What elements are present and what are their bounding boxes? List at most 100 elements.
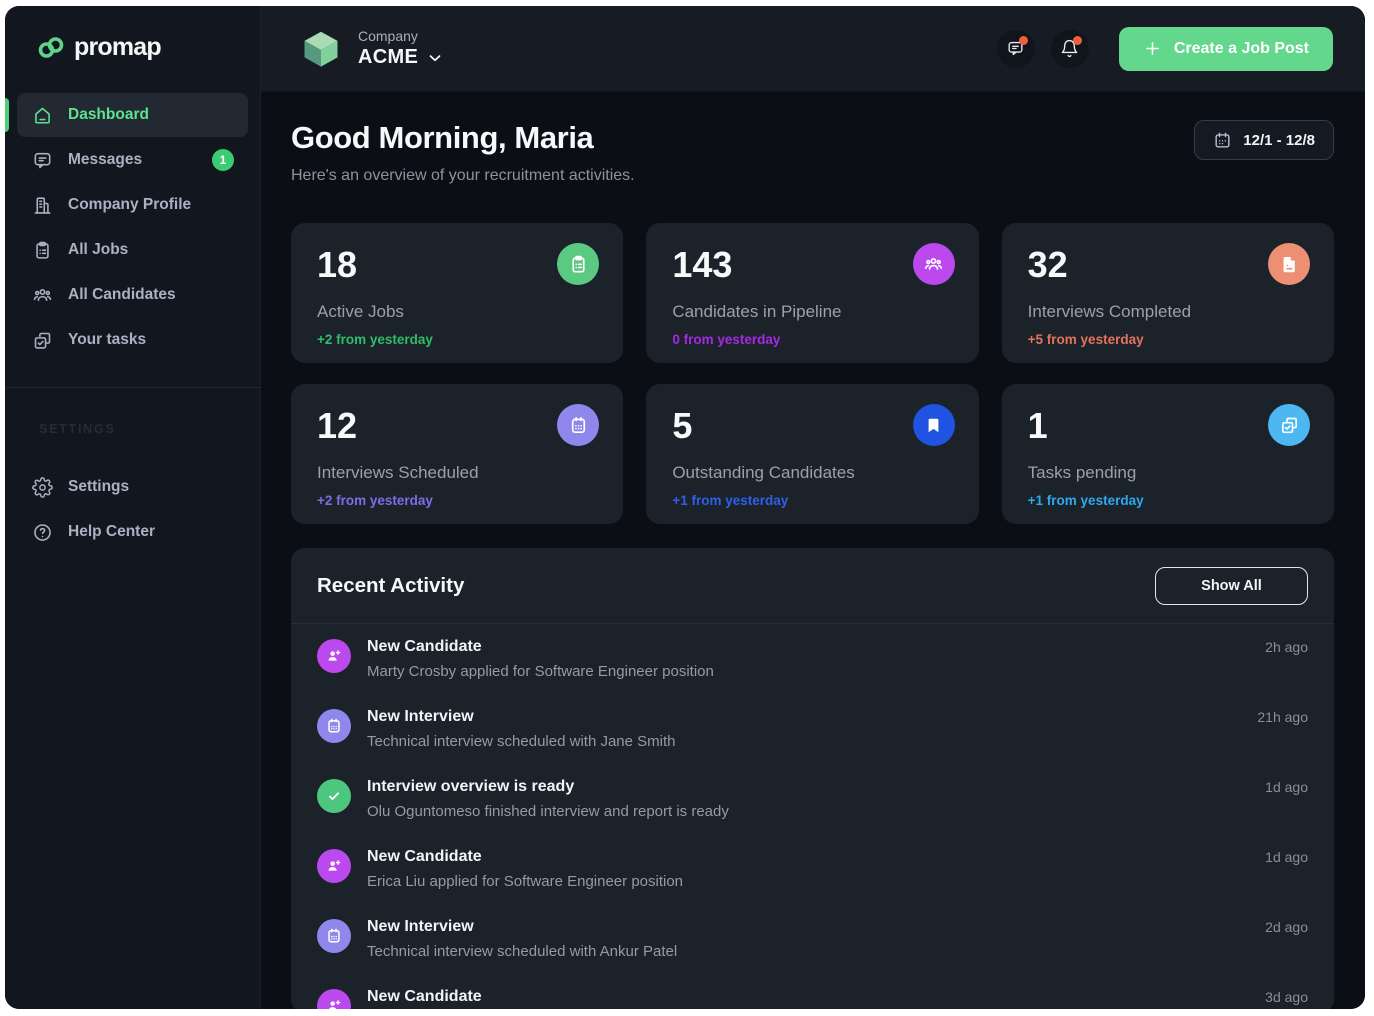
main-content: Good Morning, Maria Here's an overview o… xyxy=(261,92,1365,1009)
activity-time: 1d ago xyxy=(1265,846,1308,892)
stat-label: Tasks pending xyxy=(1028,463,1308,483)
company-cube-icon xyxy=(299,27,343,71)
stat-card-active-jobs[interactable]: 18 Active Jobs +2 from yesterday xyxy=(291,223,623,363)
stat-delta: +2 from yesterday xyxy=(317,332,597,347)
stat-value: 12 xyxy=(317,405,597,446)
topbar: Company ACME xyxy=(261,6,1365,92)
sidebar-item-dashboard[interactable]: Dashboard xyxy=(17,93,248,137)
recent-activity-header: Recent Activity Show All xyxy=(291,548,1334,624)
chat-icon xyxy=(31,149,53,171)
activity-subtitle: Technical interview scheduled with Ankur… xyxy=(367,942,1249,962)
sidebar-item-all-candidates[interactable]: All Candidates xyxy=(17,273,248,317)
calendar-icon xyxy=(317,919,351,953)
activity-title: New Candidate xyxy=(367,846,1249,868)
sidebar-item-label: Messages xyxy=(68,151,142,169)
activity-subtitle: Marty Crosby applied for Software Engine… xyxy=(367,662,1249,682)
stat-label: Outstanding Candidates xyxy=(672,463,952,483)
stats-grid: 18 Active Jobs +2 from yesterday 143 xyxy=(291,223,1334,524)
stat-value: 143 xyxy=(672,244,952,285)
promap-logo-icon xyxy=(35,34,67,61)
sidebar-item-help-center[interactable]: Help Center xyxy=(17,510,248,554)
stat-label: Interviews Scheduled xyxy=(317,463,597,483)
messages-badge: 1 xyxy=(212,149,234,171)
sidebar-item-company-profile[interactable]: Company Profile xyxy=(17,183,248,227)
sidebar-item-label: Settings xyxy=(68,478,129,496)
activity-time: 21h ago xyxy=(1257,706,1308,752)
app-window: promap Dashboard Mes xyxy=(5,6,1365,1009)
sidebar-item-label: All Jobs xyxy=(68,241,128,259)
stat-delta: +5 from yesterday xyxy=(1028,332,1308,347)
calendar-icon xyxy=(1213,131,1232,150)
sidebar-section-label: SETTINGS xyxy=(39,422,260,436)
sidebar-item-label: Company Profile xyxy=(68,196,191,214)
brand-name: promap xyxy=(74,33,161,62)
stat-delta: +1 from yesterday xyxy=(1028,493,1308,508)
activity-item[interactable]: New Interview Technical interview schedu… xyxy=(291,694,1334,764)
activity-item[interactable]: Interview overview is ready Olu Oguntome… xyxy=(291,764,1334,834)
clipboard-icon xyxy=(31,239,53,261)
stat-delta: +1 from yesterday xyxy=(672,493,952,508)
building-icon xyxy=(31,194,53,216)
sidebar-item-label: All Candidates xyxy=(68,286,176,304)
create-job-post-label: Create a Job Post xyxy=(1174,40,1309,58)
content-column: Company ACME xyxy=(261,6,1365,1009)
activity-item[interactable]: New Candidate Erica Liu applied for Soft… xyxy=(291,834,1334,904)
person-add-icon xyxy=(317,639,351,673)
activity-item[interactable]: New Interview Technical interview schedu… xyxy=(291,904,1334,974)
sidebar-item-label: Your tasks xyxy=(68,331,146,349)
sidebar: promap Dashboard Mes xyxy=(5,6,261,1009)
activity-title: New Interview xyxy=(367,706,1241,728)
activity-title: Interview overview is ready xyxy=(367,776,1249,798)
tasks-icon xyxy=(31,329,53,351)
stat-label: Active Jobs xyxy=(317,302,597,322)
people-icon xyxy=(913,243,955,285)
sidebar-item-settings[interactable]: Settings xyxy=(17,465,248,509)
messages-button[interactable] xyxy=(997,30,1035,68)
activity-list: New Candidate Marty Crosby applied for S… xyxy=(291,624,1334,1009)
stat-card-interviews-scheduled[interactable]: 12 Interviews Scheduled +2 from yesterda… xyxy=(291,384,623,524)
stat-label: Candidates in Pipeline xyxy=(672,302,952,322)
date-range-picker[interactable]: 12/1 - 12/8 xyxy=(1194,120,1334,160)
sidebar-footer-nav: Settings Help Center xyxy=(5,464,260,555)
topbar-actions: Create a Job Post xyxy=(997,27,1333,71)
recent-activity-card: Recent Activity Show All xyxy=(291,548,1334,1009)
activity-title: New Candidate xyxy=(367,986,1249,1008)
stat-card-tasks-pending[interactable]: 1 Tasks pending +1 from yesterday xyxy=(1002,384,1334,524)
stat-card-interviews-completed[interactable]: 32 Interviews Completed +5 from yesterda… xyxy=(1002,223,1334,363)
person-add-icon xyxy=(317,849,351,883)
activity-subtitle: Technical interview scheduled with Jane … xyxy=(367,732,1241,752)
activity-title: New Interview xyxy=(367,916,1249,938)
activity-subtitle: Olu Oguntomeso finished interview and re… xyxy=(367,802,1249,822)
stat-value: 18 xyxy=(317,244,597,285)
show-all-button[interactable]: Show All xyxy=(1155,567,1308,605)
sidebar-nav: Dashboard Messages 1 xyxy=(5,92,260,363)
plus-icon xyxy=(1143,39,1162,58)
sidebar-item-messages[interactable]: Messages 1 xyxy=(17,138,248,182)
stat-card-candidates-in-pipeline[interactable]: 143 Candidates in Pipeline 0 from yester… xyxy=(646,223,978,363)
company-name: ACME xyxy=(358,46,418,69)
home-icon xyxy=(31,104,53,126)
company-switcher[interactable]: Company ACME xyxy=(299,27,444,71)
activity-subtitle: Erica Liu applied for Software Engineer … xyxy=(367,872,1249,892)
activity-item[interactable]: New Candidate 3d ago xyxy=(291,974,1334,1009)
activity-item[interactable]: New Candidate Marty Crosby applied for S… xyxy=(291,624,1334,694)
activity-time: 3d ago xyxy=(1265,986,1308,1009)
activity-time: 2h ago xyxy=(1265,636,1308,682)
sidebar-item-label: Help Center xyxy=(68,523,155,541)
stat-card-outstanding-candidates[interactable]: 5 Outstanding Candidates +1 from yesterd… xyxy=(646,384,978,524)
document-icon xyxy=(1268,243,1310,285)
calendar-icon xyxy=(317,709,351,743)
company-info: Company ACME xyxy=(358,28,444,69)
tasks-icon xyxy=(1268,404,1310,446)
sidebar-divider xyxy=(5,387,260,388)
sidebar-item-all-jobs[interactable]: All Jobs xyxy=(17,228,248,272)
brand-logo: promap xyxy=(5,6,260,62)
date-range-label: 12/1 - 12/8 xyxy=(1243,132,1315,149)
stat-delta: 0 from yesterday xyxy=(672,332,952,347)
gear-icon xyxy=(31,476,53,498)
create-job-post-button[interactable]: Create a Job Post xyxy=(1119,27,1333,71)
notifications-button[interactable] xyxy=(1051,30,1089,68)
sidebar-item-label: Dashboard xyxy=(68,106,149,124)
check-icon xyxy=(317,779,351,813)
sidebar-item-your-tasks[interactable]: Your tasks xyxy=(17,318,248,362)
